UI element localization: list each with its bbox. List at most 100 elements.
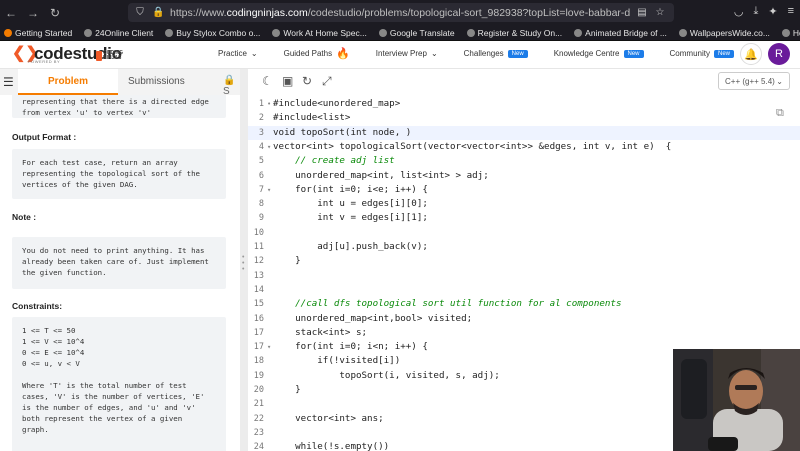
copy-icon[interactable]: ⧉ bbox=[776, 107, 784, 120]
bookmark-item[interactable]: Getting Started bbox=[4, 28, 72, 38]
fold-toggle-icon[interactable]: ▾ bbox=[267, 340, 271, 354]
code-text[interactable]: adj[u].push_back(v); bbox=[273, 240, 428, 254]
code-text[interactable]: #include<unordered_map> bbox=[273, 97, 400, 111]
webcam-video bbox=[673, 349, 800, 451]
bookmark-item[interactable]: How To Convert Wi... bbox=[781, 28, 800, 38]
resize-handle-icon[interactable]: • • • bbox=[242, 254, 244, 273]
downloads-icon[interactable]: ⤓ bbox=[753, 5, 758, 18]
nav-item-label: Community bbox=[669, 49, 710, 58]
nav-item-challenges[interactable]: Challenges New bbox=[464, 49, 528, 58]
code-line[interactable]: 12 } bbox=[248, 254, 800, 268]
code-line[interactable]: 14 bbox=[248, 283, 800, 297]
line-number: 17 bbox=[253, 327, 264, 338]
fold-toggle-icon[interactable]: ▾ bbox=[267, 183, 271, 197]
tab-locked[interactable]: 🔒S bbox=[223, 75, 240, 97]
extensions-icon[interactable]: ✦ bbox=[768, 5, 777, 18]
code-line[interactable]: 2 #include<list> bbox=[248, 111, 800, 125]
code-line[interactable]: 15 //call dfs topological sort util func… bbox=[248, 297, 800, 311]
code-text[interactable]: int u = edges[i][0]; bbox=[273, 197, 428, 211]
pocket-icon[interactable]: ◡ bbox=[734, 5, 744, 18]
code-line[interactable]: 5 // create adj list bbox=[248, 154, 800, 168]
line-number: 23 bbox=[253, 427, 264, 438]
code-text[interactable]: unordered_map<int,bool> visited; bbox=[273, 312, 472, 326]
line-number: 12 bbox=[253, 256, 264, 267]
nav-item-label: Knowledge Centre bbox=[553, 49, 620, 58]
back-icon[interactable]: ← bbox=[0, 6, 22, 20]
code-text[interactable]: //call dfs topological sort util functio… bbox=[273, 297, 621, 311]
code-text[interactable]: stack<int> s; bbox=[273, 326, 367, 340]
bookmark-label: Buy Stylox Combo o... bbox=[176, 27, 261, 38]
bookmark-label: Animated Bridge of ... bbox=[585, 27, 667, 38]
url-bar[interactable]: ⛉ 🔒 https://www.codingninjas.com/codestu… bbox=[128, 3, 674, 22]
code-line[interactable]: 1 • #include<unordered_map> bbox=[248, 97, 800, 111]
problem-description: representing that there is a directed ed… bbox=[0, 95, 240, 451]
code-text[interactable]: vector<int> topologicalSort(vector<vecto… bbox=[273, 140, 671, 154]
code-line[interactable]: 16 unordered_map<int,bool> visited; bbox=[248, 312, 800, 326]
avatar[interactable]: R bbox=[768, 43, 790, 65]
bookmark-star-icon[interactable]: ☆ bbox=[654, 7, 666, 18]
menu-icon[interactable]: ☰ bbox=[3, 75, 14, 89]
code-text[interactable]: unordered_map<int, list<int> > adj; bbox=[273, 169, 489, 183]
code-text[interactable]: } bbox=[273, 383, 301, 397]
code-line[interactable]: 8 int u = edges[i][0]; bbox=[248, 197, 800, 211]
line-number: 10 bbox=[253, 227, 264, 238]
line-number: 8 bbox=[258, 199, 264, 210]
code-line[interactable]: 6 unordered_map<int, list<int> > adj; bbox=[248, 169, 800, 183]
code-text[interactable]: } bbox=[273, 254, 301, 268]
reader-view-icon[interactable]: ▤ bbox=[636, 7, 648, 18]
bookmark-item[interactable]: Work At Home Spec... bbox=[272, 27, 367, 38]
lock-icon[interactable]: 🔒 bbox=[152, 7, 164, 18]
code-text[interactable]: // create adj list bbox=[273, 154, 395, 168]
code-line[interactable]: 4 ▾ vector<int> topologicalSort(vector<vec… bbox=[248, 140, 800, 154]
code-line[interactable]: 9 int v = edges[i][1]; bbox=[248, 211, 800, 225]
chevron-down-icon: ⌄ bbox=[776, 76, 783, 86]
notification-icon[interactable]: 🔔 bbox=[740, 43, 762, 65]
favicon-icon bbox=[4, 28, 12, 37]
nav-item-interview-prep[interactable]: Interview Prep ⌄ bbox=[376, 49, 438, 58]
constraints-title: Constraints: bbox=[12, 301, 63, 311]
save-icon[interactable]: ▣ bbox=[282, 74, 293, 88]
forward-icon[interactable]: → bbox=[22, 6, 44, 20]
tab-submissions[interactable]: Submissions bbox=[128, 76, 185, 87]
code-text[interactable]: int v = edges[i][1]; bbox=[273, 211, 428, 225]
fold-toggle-icon[interactable]: • bbox=[267, 97, 271, 111]
bookmark-item[interactable]: Google Translate bbox=[378, 28, 455, 38]
fullscreen-icon[interactable]: ⤢ bbox=[322, 74, 332, 89]
code-text[interactable]: for(int i=0; i<n; i++) { bbox=[273, 340, 428, 354]
nav-item-practice[interactable]: Practice ⌄ bbox=[218, 49, 258, 58]
nav-item-guided-paths[interactable]: Guided Paths 🔥 bbox=[284, 47, 350, 60]
bookmark-item[interactable]: 24Online Client bbox=[84, 28, 153, 38]
url-text[interactable]: https://www.codingninjas.com/codestudio/… bbox=[170, 7, 630, 19]
code-line[interactable]: 11 adj[u].push_back(v); bbox=[248, 240, 800, 254]
code-text[interactable]: if(!visited[i]) bbox=[273, 354, 400, 368]
code-text[interactable]: vector<int> ans; bbox=[273, 412, 384, 426]
dark-mode-icon[interactable]: ☾ bbox=[262, 74, 273, 88]
bookmark-item[interactable]: Animated Bridge of ... bbox=[574, 28, 667, 38]
nav-item-knowledge-centre[interactable]: Knowledge Centre New bbox=[554, 49, 644, 58]
line-number: 18 bbox=[253, 356, 264, 367]
tab-problem[interactable]: Problem bbox=[18, 69, 118, 95]
bookmark-item[interactable]: WallpapersWide.co... bbox=[678, 28, 770, 38]
bookmark-item[interactable]: Register & Study On... bbox=[466, 28, 562, 38]
code-text[interactable]: for(int i=0; i<e; i++) { bbox=[273, 183, 428, 197]
shield-icon[interactable]: ⛉ bbox=[134, 7, 146, 18]
bookmark-item[interactable]: Buy Stylox Combo o... bbox=[165, 28, 260, 38]
code-text[interactable]: #include<list> bbox=[273, 111, 350, 125]
code-text[interactable]: topoSort(i, visited, s, adj); bbox=[273, 369, 499, 383]
language-select[interactable]: C++ (g++ 5.4) ⌄ bbox=[718, 72, 790, 90]
flame-icon: 🔥 bbox=[336, 47, 350, 60]
reload-icon[interactable]: ↻ bbox=[44, 6, 66, 20]
code-text[interactable]: while(!s.empty()) bbox=[273, 440, 389, 451]
code-text[interactable]: void topoSort(int node, ) bbox=[273, 126, 411, 140]
code-line[interactable]: 7 ▾ for(int i=0; i<e; i++) { bbox=[248, 183, 800, 197]
code-line[interactable]: 3 void topoSort(int node, ) bbox=[248, 125, 800, 140]
reset-icon[interactable]: ↻ bbox=[302, 74, 312, 88]
code-line[interactable]: 17 stack<int> s; bbox=[248, 326, 800, 340]
nav-item-community[interactable]: Community New bbox=[670, 49, 734, 58]
bookmark-label: Work At Home Spec... bbox=[283, 27, 367, 38]
code-line[interactable]: 10 bbox=[248, 226, 800, 240]
fold-toggle-icon[interactable]: ▾ bbox=[267, 140, 271, 154]
overflow-menu-icon[interactable]: ≡ bbox=[788, 5, 794, 18]
code-line[interactable]: 13 bbox=[248, 269, 800, 283]
lock-icon: 🔒 bbox=[223, 75, 236, 86]
